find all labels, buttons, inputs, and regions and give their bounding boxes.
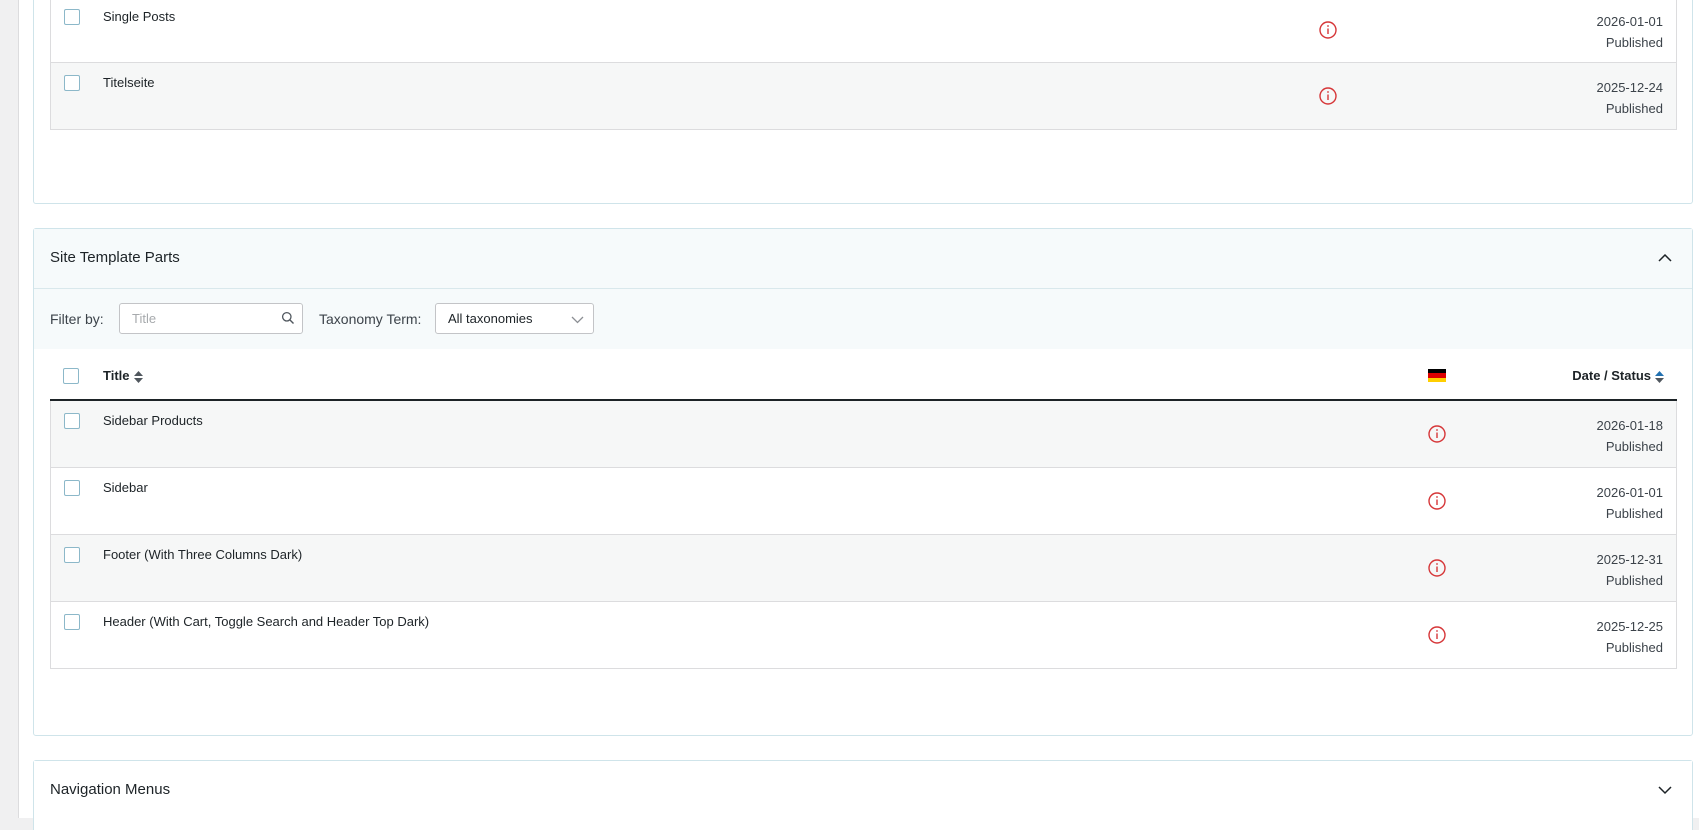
posts-templates-table: Single Posts 2026-01-01 Published Titels… — [50, 0, 1677, 130]
info-circle-icon[interactable] — [1427, 424, 1447, 444]
row-checkbox[interactable] — [64, 480, 80, 496]
row-date: 2026-01-01 — [1596, 485, 1664, 500]
row-checkbox[interactable] — [64, 75, 80, 91]
row-checkbox[interactable] — [64, 614, 80, 630]
row-title[interactable]: Titelseite — [103, 75, 155, 90]
taxonomy-label: Taxonomy Term: — [319, 311, 422, 327]
table-row[interactable]: Header (With Cart, Toggle Search and Hea… — [50, 602, 1677, 669]
column-header-title[interactable]: Title — [103, 368, 143, 383]
title-search[interactable] — [119, 303, 303, 334]
table-row[interactable]: Sidebar Products 2026-01-18 Published — [50, 401, 1677, 468]
filter-bar: Filter by: Taxonomy Term: All taxonomies — [34, 289, 1692, 349]
row-date-status: 2025-12-25 Published — [1597, 616, 1664, 658]
chevron-down-icon[interactable] — [1656, 781, 1674, 799]
row-checkbox[interactable] — [64, 413, 80, 429]
info-circle-icon[interactable] — [1427, 558, 1447, 578]
chevron-up-icon[interactable] — [1656, 249, 1674, 267]
info-circle-icon[interactable] — [1427, 491, 1447, 511]
info-circle-icon[interactable] — [1318, 86, 1338, 106]
chevron-down-icon — [571, 316, 584, 324]
search-input[interactable] — [120, 304, 282, 332]
row-date-status: 2026-01-18 Published — [1597, 415, 1664, 457]
row-date: 2025-12-31 — [1596, 552, 1664, 567]
row-date-status: 2025-12-24 Published — [1597, 77, 1664, 119]
row-title[interactable]: Footer (With Three Columns Dark) — [103, 547, 302, 562]
row-date: 2026-01-01 — [1596, 14, 1664, 29]
row-date-status: 2026-01-01 Published — [1597, 482, 1664, 524]
navigation-menus-panel: Navigation Menus — [33, 760, 1693, 830]
info-circle-icon[interactable] — [1318, 20, 1338, 40]
row-date-status: 2026-01-01 Published — [1597, 11, 1664, 53]
row-status: Published — [1605, 640, 1663, 655]
row-date: 2025-12-24 — [1596, 80, 1664, 95]
row-date-status: 2025-12-31 Published — [1597, 549, 1664, 591]
admin-sidebar-edge — [0, 0, 19, 818]
table-row[interactable]: Titelseite 2025-12-24 Published — [50, 63, 1677, 130]
table-header: Title Date / Status — [50, 349, 1677, 401]
row-checkbox[interactable] — [64, 547, 80, 563]
row-title[interactable]: Single Posts — [103, 9, 175, 24]
row-status: Published — [1605, 35, 1663, 50]
row-status: Published — [1605, 101, 1663, 116]
panel-header[interactable]: Site Template Parts — [34, 229, 1692, 289]
table-row[interactable]: Footer (With Three Columns Dark) 2025-12… — [50, 535, 1677, 602]
row-title[interactable]: Sidebar — [103, 480, 148, 495]
panel-header[interactable]: Navigation Menus — [34, 761, 1692, 825]
template-parts-table: Title Date / Status Sidebar Products 202… — [50, 349, 1677, 669]
row-status: Published — [1605, 573, 1663, 588]
info-circle-icon[interactable] — [1427, 625, 1447, 645]
select-all-checkbox[interactable] — [63, 368, 79, 384]
german-flag-icon — [1428, 369, 1446, 382]
site-template-parts-panel: Site Template Parts Filter by: Taxonomy … — [33, 228, 1693, 736]
posts-templates-panel: Single Posts 2026-01-01 Published Titels… — [33, 0, 1693, 204]
row-date: 2025-12-25 — [1596, 619, 1664, 634]
row-checkbox[interactable] — [64, 9, 80, 25]
taxonomy-select[interactable]: All taxonomies — [435, 303, 594, 334]
row-title[interactable]: Header (With Cart, Toggle Search and Hea… — [103, 614, 429, 629]
row-status: Published — [1605, 439, 1663, 454]
column-header-date-status[interactable]: Date / Status — [1572, 368, 1664, 383]
row-title[interactable]: Sidebar Products — [103, 413, 203, 428]
search-icon[interactable] — [281, 311, 295, 325]
sort-icon — [133, 370, 143, 383]
table-row[interactable]: Sidebar 2026-01-01 Published — [50, 468, 1677, 535]
row-status: Published — [1605, 506, 1663, 521]
table-row[interactable]: Single Posts 2026-01-01 Published — [50, 0, 1677, 63]
panel-title: Site Template Parts — [50, 249, 180, 266]
taxonomy-select-value: All taxonomies — [448, 311, 533, 326]
sort-icon — [1655, 370, 1664, 383]
row-date: 2026-01-18 — [1596, 418, 1664, 433]
filter-label: Filter by: — [50, 311, 104, 327]
panel-title: Navigation Menus — [50, 781, 171, 798]
